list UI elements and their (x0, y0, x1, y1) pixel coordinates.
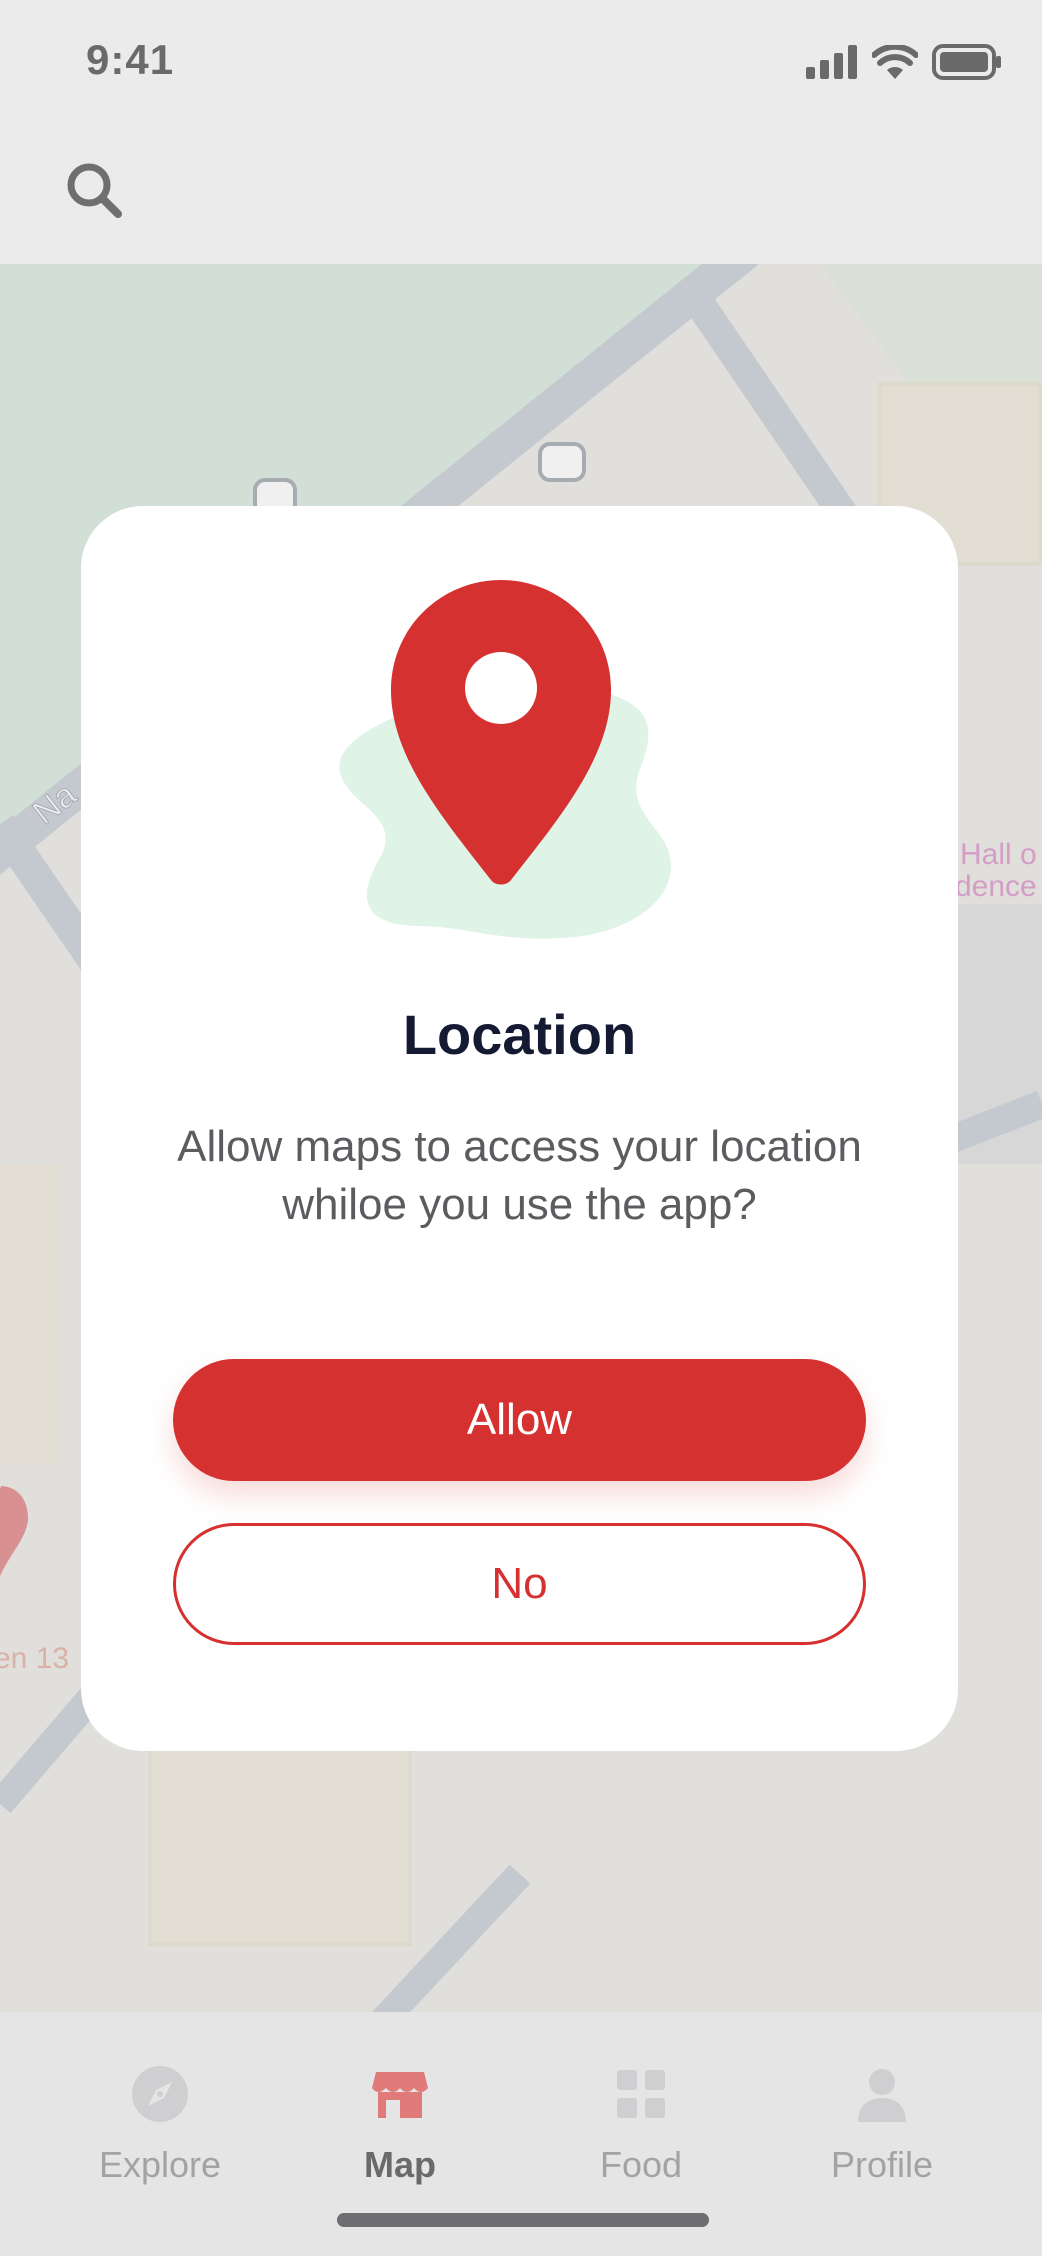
home-indicator (337, 2213, 709, 2227)
tab-label: Explore (98, 2144, 222, 2185)
store-icon (372, 2072, 428, 2118)
dialog-title: Location (402, 1003, 637, 1066)
tab-profile[interactable]: Profile (782, 2052, 982, 2192)
search-icon[interactable] (64, 160, 124, 220)
location-permission-dialog: Location Allow maps to access your locat… (81, 506, 958, 1751)
signal-icon (806, 45, 857, 79)
tab-label: Profile (830, 2144, 934, 2185)
allow-button[interactable]: Allow (173, 1359, 866, 1481)
search-bar (0, 130, 1042, 264)
tab-explore[interactable]: Explore (60, 2052, 260, 2192)
compass-icon (132, 2066, 188, 2122)
dialog-message: Allow maps to access your location whilo… (177, 1122, 862, 1229)
location-illustration (339, 580, 671, 939)
person-icon (858, 2069, 906, 2122)
no-button[interactable]: No (173, 1523, 866, 1645)
tab-label: Food (599, 2144, 683, 2185)
tab-label: Map (364, 2144, 436, 2185)
tab-map[interactable]: Map (300, 2052, 500, 2192)
grid-icon (617, 2070, 665, 2118)
wifi-icon (872, 45, 918, 79)
battery-icon (932, 44, 1001, 80)
tab-food[interactable]: Food (541, 2052, 741, 2192)
status-bar: 9:41 (0, 0, 1042, 130)
status-time: 9:41 (86, 36, 175, 83)
status-icons (806, 44, 1002, 80)
